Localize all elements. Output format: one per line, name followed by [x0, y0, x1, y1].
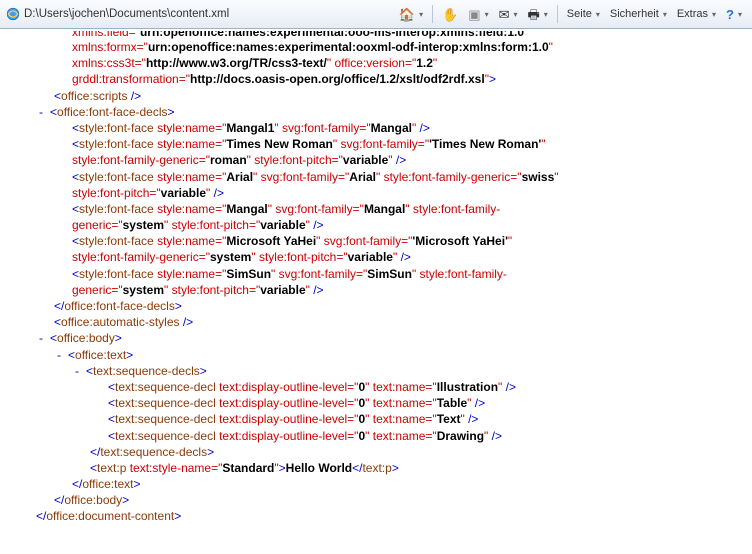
page-label: Seite — [567, 8, 592, 20]
xml-content: xmlns:field="urn:openoffice:names:experi… — [0, 29, 752, 533]
chevron-down-icon: ▾ — [485, 10, 489, 19]
chevron-down-icon: ▾ — [596, 10, 600, 19]
browser-toolbar: D:\Users\jochen\Documents\content.xml 🏠▾… — [0, 0, 752, 29]
mail-button[interactable]: ✉▾ — [495, 6, 522, 23]
tools-label: Extras — [677, 8, 708, 20]
chevron-down-icon: ▾ — [419, 10, 423, 19]
chevron-down-icon: ▾ — [513, 10, 517, 19]
hand-button[interactable]: ✋ — [438, 6, 462, 23]
hand-icon: ✋ — [442, 8, 458, 21]
chevron-down-icon: ▾ — [712, 10, 716, 19]
page-menu[interactable]: Seite ▾ — [563, 6, 604, 22]
home-button[interactable]: 🏠▾ — [395, 6, 427, 23]
address-bar: D:\Users\jochen\Documents\content.xml — [6, 7, 229, 21]
help-button[interactable]: ?▾ — [722, 6, 746, 23]
rss-icon: ▣ — [468, 8, 480, 21]
safety-menu[interactable]: Sicherheit ▾ — [606, 6, 671, 22]
tools-menu[interactable]: Extras ▾ — [673, 6, 720, 22]
print-button[interactable]: 🖶▾ — [524, 6, 552, 23]
collapse-toggle[interactable]: - — [72, 364, 86, 378]
address-path: D:\Users\jochen\Documents\content.xml — [24, 8, 229, 20]
chevron-down-icon: ▾ — [663, 10, 667, 19]
chevron-down-icon: ▾ — [544, 10, 548, 19]
toolbar-separator — [557, 5, 558, 23]
collapse-toggle[interactable]: - — [36, 105, 50, 119]
feeds-button[interactable]: ▣▾ — [464, 6, 492, 23]
print-icon: 🖶 — [528, 8, 540, 21]
safety-label: Sicherheit — [610, 8, 659, 20]
mail-icon: ✉ — [499, 8, 510, 21]
ie-icon — [6, 7, 20, 21]
home-icon: 🏠 — [399, 8, 415, 21]
chevron-down-icon: ▾ — [738, 10, 742, 19]
collapse-toggle[interactable]: - — [36, 331, 50, 345]
help-icon: ? — [726, 8, 734, 21]
collapse-toggle[interactable]: - — [54, 348, 68, 362]
toolbar-separator — [432, 5, 433, 23]
